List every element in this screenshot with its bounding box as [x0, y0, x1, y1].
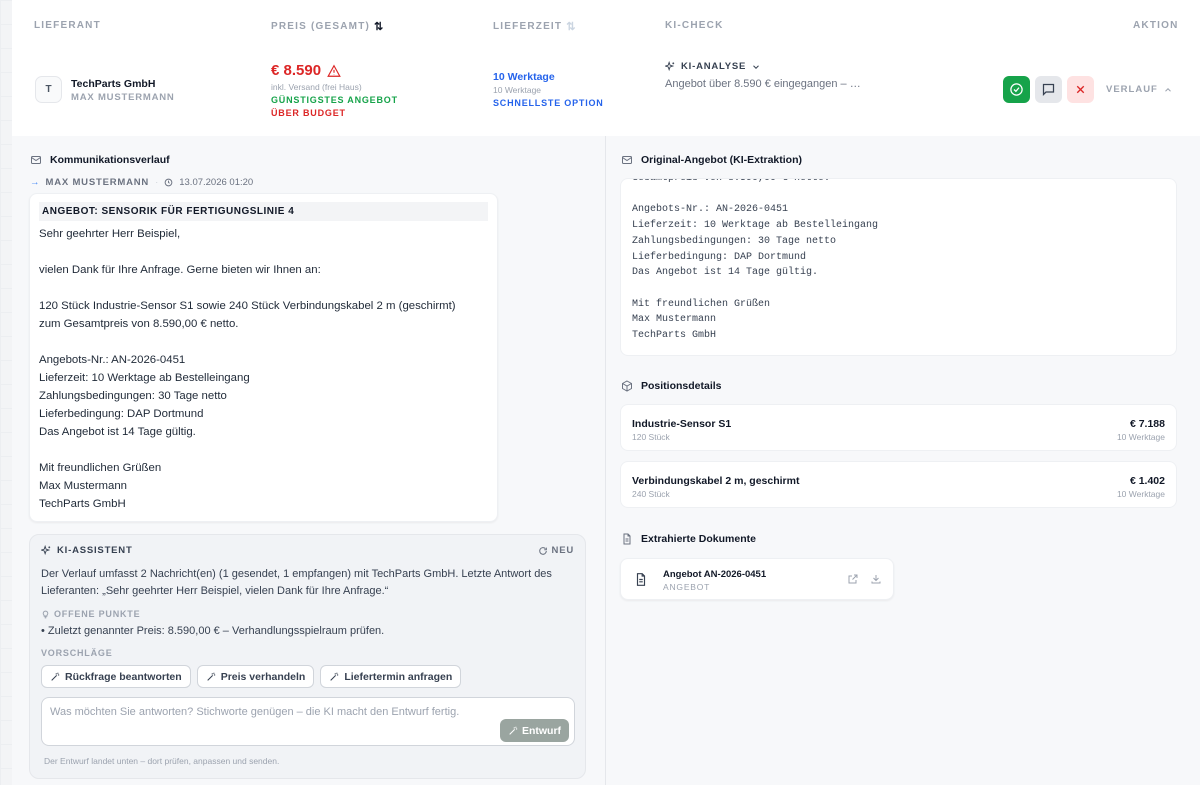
sort-icon[interactable]: ⇅ — [566, 20, 575, 33]
positions-title: Positionsdetails — [621, 380, 722, 392]
position-name: Verbindungskabel 2 m, geschirmt — [632, 475, 800, 487]
warning-icon — [327, 64, 341, 78]
sparkle-icon — [665, 61, 676, 72]
open-point-item: • Zuletzt genannter Preis: 8.590,00 € – … — [41, 625, 385, 637]
document-type: ANGEBOT — [663, 582, 711, 592]
position-item: Industrie-Sensor S1 120 Stück € 7.188 10… — [620, 404, 1177, 451]
position-lead-time: 10 Werktage — [1116, 489, 1165, 499]
package-icon — [621, 380, 633, 392]
external-link-icon[interactable] — [847, 573, 859, 585]
badge-over-budget: ÜBER BUDGET — [271, 108, 346, 118]
position-lead-time: 10 Werktage — [1116, 432, 1165, 442]
reject-button[interactable] — [1067, 76, 1094, 103]
message-meta: → MAX MUSTERMANN · 13.07.2026 01:20 — [30, 177, 254, 188]
position-quantity: 120 Stück — [632, 432, 670, 442]
chevron-down-icon — [751, 62, 761, 72]
ai-analysis-toggle[interactable]: KI-ANALYSE — [665, 61, 761, 72]
refresh-icon — [538, 546, 548, 556]
position-name: Industrie-Sensor S1 — [632, 418, 732, 430]
ai-assistant-title: KI-ASSISTENT — [41, 545, 133, 556]
total-price: € 8.590 — [271, 62, 341, 79]
document-name: Angebot AN-2026-0451 — [663, 569, 767, 580]
sort-icon[interactable]: ⇅ — [374, 20, 383, 33]
ai-summary: Der Verlauf umfasst 2 Nachricht(en) (1 g… — [41, 568, 552, 597]
download-icon[interactable] — [870, 573, 882, 585]
suggestions-label: VORSCHLÄGE — [41, 648, 113, 658]
avatar: T — [35, 76, 62, 103]
badge-cheapest: GÜNSTIGSTES ANGEBOT — [271, 95, 398, 105]
document-icon — [621, 533, 633, 545]
accept-button[interactable] — [1003, 76, 1030, 103]
message-card: ANGEBOT: SENSORIK FÜR FERTIGUNGSLINIE 4 … — [29, 193, 498, 522]
column-action: AKTION — [1133, 20, 1179, 31]
arrow-right-icon: → — [30, 177, 40, 188]
message-subject: ANGEBOT: SENSORIK FÜR FERTIGUNGSLINIE 4 — [39, 202, 488, 221]
mail-icon — [30, 154, 42, 166]
document-icon — [634, 572, 648, 587]
suggestion-negotiate[interactable]: Preis verhandeln — [196, 665, 315, 688]
draft-hint: Der Entwurf landet unten – dort prüfen, … — [44, 756, 280, 766]
delivery-time: 10 Werktage — [493, 71, 555, 83]
table-header: LIEFERANT PREIS (GESAMT) ⇅ LIEFERZEIT ⇅ … — [12, 0, 1200, 50]
close-icon — [1074, 83, 1087, 96]
communication-title: Kommunikationsverlauf — [30, 154, 170, 166]
mail-icon — [621, 154, 633, 166]
delivery-time-sub: 10 Werktage — [493, 85, 542, 95]
ai-analysis-text: Angebot über 8.590 € eingegangen – Gesam… — [665, 78, 865, 90]
price-note: inkl. Versand (frei Haus) — [271, 82, 362, 92]
column-delivery[interactable]: LIEFERZEIT ⇅ — [493, 20, 575, 33]
open-points-label: OFFENE PUNKTE — [41, 609, 140, 619]
suggestion-reply[interactable]: Rückfrage beantworten — [41, 665, 191, 688]
supplier-name: TechParts GmbH — [71, 78, 156, 90]
wand-icon — [206, 671, 216, 682]
wand-icon — [508, 725, 518, 736]
message-icon — [1041, 82, 1056, 97]
suggestion-chips: Rückfrage beantworten Preis verhandeln L… — [41, 665, 462, 688]
message-timestamp: 13.07.2026 01:20 — [179, 177, 254, 188]
history-toggle[interactable]: VERLAUF — [1106, 84, 1173, 95]
message-button[interactable] — [1035, 76, 1062, 103]
original-offer-text: Gesamtpreis von 8.590,00 € netto. Angebo… — [632, 178, 879, 342]
clock-icon — [164, 178, 173, 187]
reply-composer[interactable]: Entwurf — [41, 697, 575, 746]
wand-icon — [329, 671, 339, 682]
chevron-up-icon — [1163, 85, 1173, 95]
column-supplier: LIEFERANT — [34, 20, 101, 31]
draft-button[interactable]: Entwurf — [500, 719, 569, 742]
table-row[interactable]: T TechParts GmbH MAX MUSTERMANN € 8.590 … — [12, 50, 1200, 136]
check-circle-icon — [1009, 82, 1024, 97]
documents-title: Extrahierte Dokumente — [621, 533, 756, 545]
ai-assistant-panel: KI-ASSISTENT NEU Der Verlauf umfasst 2 N… — [29, 534, 586, 779]
message-sender: MAX MUSTERMANN — [45, 177, 150, 188]
original-title: Original-Angebot (KI-Extraktion) — [621, 154, 802, 166]
message-body: Sehr geehrter Herr Beispiel, vielen Dank… — [39, 228, 456, 510]
column-ai-check: KI-CHECK — [665, 20, 724, 31]
row-details: Kommunikationsverlauf → MAX MUSTERMANN ·… — [12, 136, 1200, 785]
position-price: € 7.188 — [1129, 418, 1165, 430]
suggestion-delivery-date[interactable]: Liefertermin anfragen — [320, 665, 462, 688]
quote-comparison-panel: LIEFERANT PREIS (GESAMT) ⇅ LIEFERZEIT ⇅ … — [12, 0, 1200, 785]
position-quantity: 240 Stück — [632, 489, 670, 499]
reply-input[interactable] — [50, 706, 490, 718]
badge-fastest: SCHNELLSTE OPTION — [493, 98, 604, 108]
column-price[interactable]: PREIS (GESAMT) ⇅ — [271, 20, 383, 33]
position-item: Verbindungskabel 2 m, geschirmt 240 Stüc… — [620, 461, 1177, 508]
lightbulb-icon — [41, 610, 50, 619]
document-item[interactable]: Angebot AN-2026-0451 ANGEBOT — [620, 558, 894, 600]
position-price: € 1.402 — [1129, 475, 1165, 487]
column-divider — [605, 136, 606, 785]
refresh-button[interactable]: NEU — [538, 545, 574, 556]
original-offer-box[interactable]: Gesamtpreis von 8.590,00 € netto. Angebo… — [620, 178, 1177, 356]
sparkle-icon — [41, 545, 52, 556]
supplier-contact: MAX MUSTERMANN — [71, 92, 175, 103]
wand-icon — [50, 671, 60, 682]
